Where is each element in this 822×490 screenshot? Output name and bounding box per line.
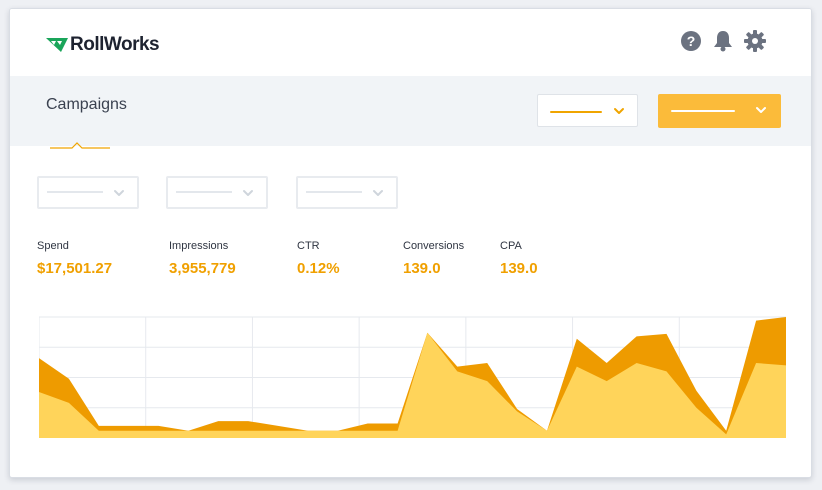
active-tab-indicator [50, 142, 110, 149]
metric-value: 3,955,779 [169, 260, 236, 277]
metric-label: CTR [297, 240, 320, 252]
metric-label: CPA [500, 240, 522, 252]
chevron-down-icon [114, 190, 124, 196]
filter-dropdown-1[interactable] [37, 176, 139, 209]
header-actions: ? [679, 29, 767, 53]
svg-text:?: ? [687, 33, 696, 49]
help-icon[interactable]: ? [679, 29, 703, 53]
metric-label: Spend [37, 240, 69, 252]
rollworks-logo-icon [46, 38, 68, 52]
gear-icon[interactable] [743, 29, 767, 53]
metric-value: 139.0 [403, 260, 441, 277]
metric-label: Conversions [403, 240, 465, 252]
bell-icon[interactable] [711, 29, 735, 53]
app-window: RollWorks ? Campaigns Spend $17,501.27 I… [9, 8, 812, 478]
date-range-dropdown[interactable] [537, 94, 638, 127]
primary-action-dropdown[interactable] [658, 94, 781, 128]
dropdown-placeholder-line [550, 111, 602, 113]
top-bar: RollWorks ? [10, 9, 811, 76]
filter-placeholder-line [306, 191, 362, 193]
chevron-down-icon [614, 108, 624, 114]
filter-dropdown-3[interactable] [296, 176, 398, 209]
metric-value: 0.12% [297, 260, 340, 277]
filter-placeholder-line [47, 191, 103, 193]
chevron-down-icon [243, 190, 253, 196]
metric-value: $17,501.27 [37, 260, 113, 277]
chevron-down-icon [756, 107, 766, 113]
sub-header: Campaigns [10, 76, 811, 149]
metric-spend: Spend $17,501.27 [37, 240, 112, 277]
rollworks-logo[interactable]: RollWorks [46, 34, 160, 56]
brand-name: RollWorks [70, 34, 160, 55]
metric-conversions: Conversions 139.0 [403, 240, 464, 277]
performance-area-chart [39, 316, 786, 438]
page-title: Campaigns [46, 96, 127, 113]
chevron-down-icon [373, 190, 383, 196]
dropdown-placeholder-line [671, 110, 735, 112]
metric-label: Impressions [169, 240, 229, 252]
metric-cpa: CPA 139.0 [500, 240, 538, 277]
metric-ctr: CTR 0.12% [297, 240, 340, 277]
metric-impressions: Impressions 3,955,779 [169, 240, 236, 277]
filter-dropdown-2[interactable] [166, 176, 268, 209]
filter-placeholder-line [176, 191, 232, 193]
metric-value: 139.0 [500, 260, 538, 277]
